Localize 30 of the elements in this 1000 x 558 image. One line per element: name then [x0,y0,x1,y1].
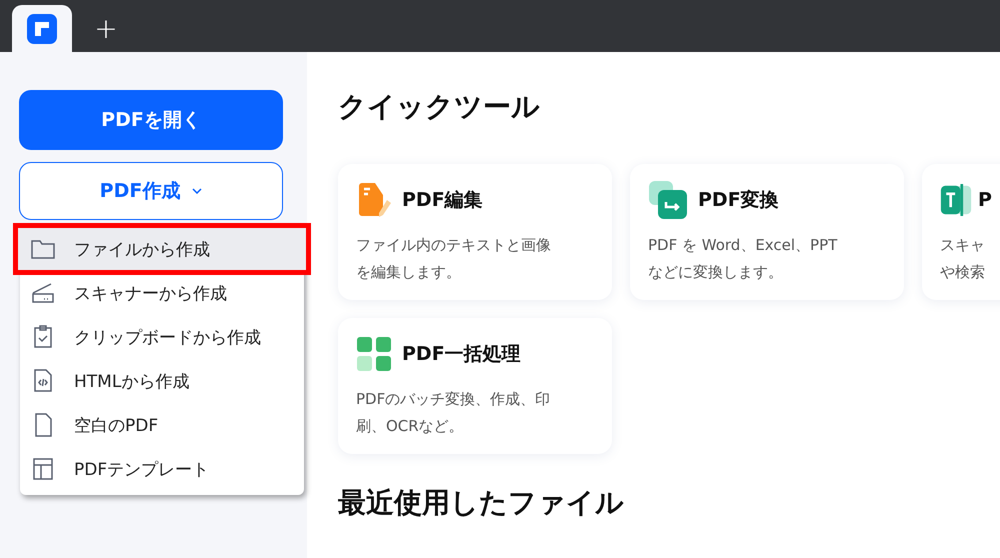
section-title: クイックツール [338,89,541,125]
text-icon [940,182,972,218]
caret-icon [192,188,202,194]
card-title: P [978,189,992,211]
tool-card[interactable]: PDF変換 PDF を Word、Excel、PPT などに変換します。 [630,164,904,300]
app-tab[interactable] [12,5,72,52]
new-tab-button[interactable]: + [72,5,140,52]
card-description: PDF を Word、Excel、PPT などに変換します。 [648,235,838,283]
card-description: ファイル内のテキストと画像を編集します。 [356,235,552,283]
menu-item[interactable]: スキャナーから作成 [20,271,304,315]
grid-icon [356,336,392,372]
menu-item[interactable]: HTMLから作成 [20,359,304,403]
card-title: PDF編集 [402,188,483,213]
tool-card[interactable]: PDF編集 ファイル内のテキストと画像を編集します。 [338,164,612,300]
open-pdf-button[interactable]: PDFを開く [19,90,283,150]
card-title: PDF一括処理 [402,342,521,367]
document-pencil-icon [356,182,392,218]
menu-item[interactable]: クリップボードから作成 [20,315,304,359]
menu-item[interactable]: PDFテンプレート [20,447,304,491]
card-description: PDFのバッチ変換、作成、印刷、OCRなど。 [356,389,552,437]
card-description: スキャや検索 [940,235,986,283]
tool-card[interactable]: PDF一括処理 PDFのバッチ変換、作成、印刷、OCRなど。 [338,318,612,454]
create-pdf-button[interactable]: PDF作成 [19,162,283,220]
app-logo-icon [27,14,57,44]
tool-card[interactable]: P スキャや検索 [922,164,1000,300]
section-title: 最近使用したファイル [338,485,625,521]
menu-item[interactable]: ファイルから作成 [17,227,307,271]
menu-item[interactable]: 空白のPDF [20,403,304,447]
card-title: PDF変換 [698,188,779,213]
convert-icon [648,180,688,220]
